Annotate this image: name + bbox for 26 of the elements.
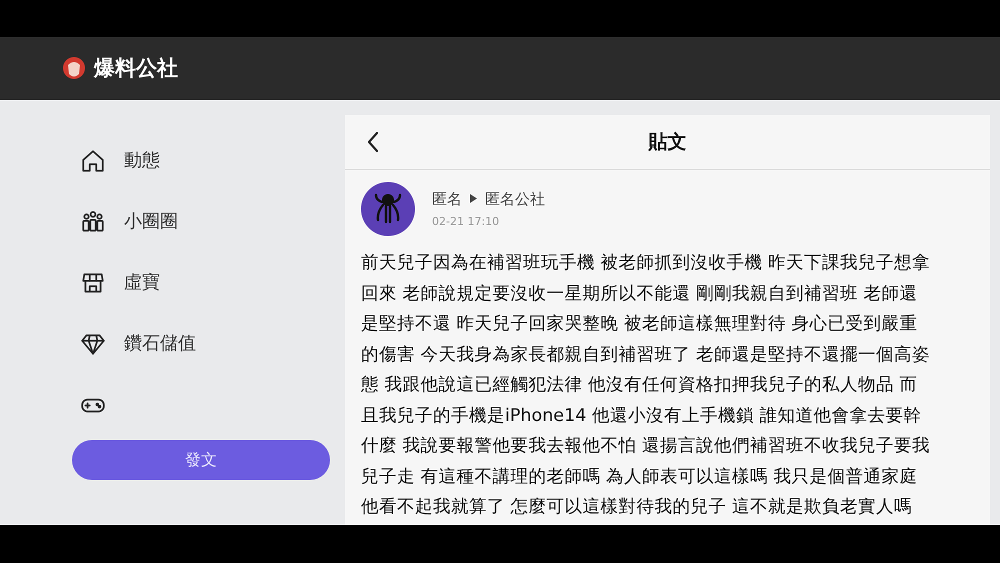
board-name: 匿名公社 bbox=[485, 188, 545, 210]
triangle-icon bbox=[470, 194, 477, 204]
post-text-line: 是堅持不還 昨天兒子回家哭整晚 被老師這樣無理對待 身心已受到嚴重 bbox=[361, 313, 918, 336]
page-title: 貼文 bbox=[648, 130, 686, 155]
post-text-line: 回來 老師說規定要沒收一星期所以不能還 剛剛我親自到補習班 老師還 bbox=[361, 282, 918, 306]
post-text-line: 什麼 我說要報警他要我去報他不怕 還揚言說他們補習班不收我兒子要我 bbox=[361, 435, 930, 458]
site-name: 爆料公社 bbox=[94, 54, 178, 82]
post-text-line: 的傷害 今天我身為家長都親自到補習班了 老師還是堅持不還擺一個高姿 bbox=[361, 344, 930, 366]
back-button[interactable] bbox=[365, 130, 381, 154]
nav-item[interactable]: 鑽石儲值 bbox=[72, 313, 330, 374]
nav-item[interactable]: 動態 bbox=[72, 130, 330, 191]
post-text-line: 他看不起我就算了 怎麼可以這樣對待我的兒子 這不就是欺負老實人嗎 bbox=[361, 496, 912, 519]
post-text-line: 兒子走 有這種不講理的老師嗎 為人師表可以這樣嗎 我只是個普通家庭 bbox=[361, 466, 918, 488]
logo-icon bbox=[62, 56, 86, 82]
post-text-line: 前天兒子因為在補習班玩手機 被老師抓到沒收手機 昨天下課我兒子想拿 bbox=[361, 252, 930, 275]
nav-item[interactable]: 虛寶 bbox=[72, 252, 330, 313]
home-icon bbox=[80, 148, 106, 174]
people-icon bbox=[80, 208, 106, 234]
post-text-line: 態 我跟他說這已經觸犯法律 他沒有任何資格扣押我兒子的私人物品 而 bbox=[361, 374, 918, 397]
post-time: 02-21 17:10 bbox=[432, 214, 500, 230]
author-name: 匿名 bbox=[432, 188, 462, 210]
back-icon bbox=[365, 130, 381, 154]
post-button[interactable]: 發文 bbox=[72, 440, 330, 480]
post-text-line: 且我兒子的手機是iPhone14 他還小沒有上手機鎖 誰知道他會拿去要幹 bbox=[361, 404, 922, 428]
nav-item[interactable]: 小圈圈 bbox=[72, 191, 330, 252]
avatar-icon bbox=[361, 182, 415, 236]
